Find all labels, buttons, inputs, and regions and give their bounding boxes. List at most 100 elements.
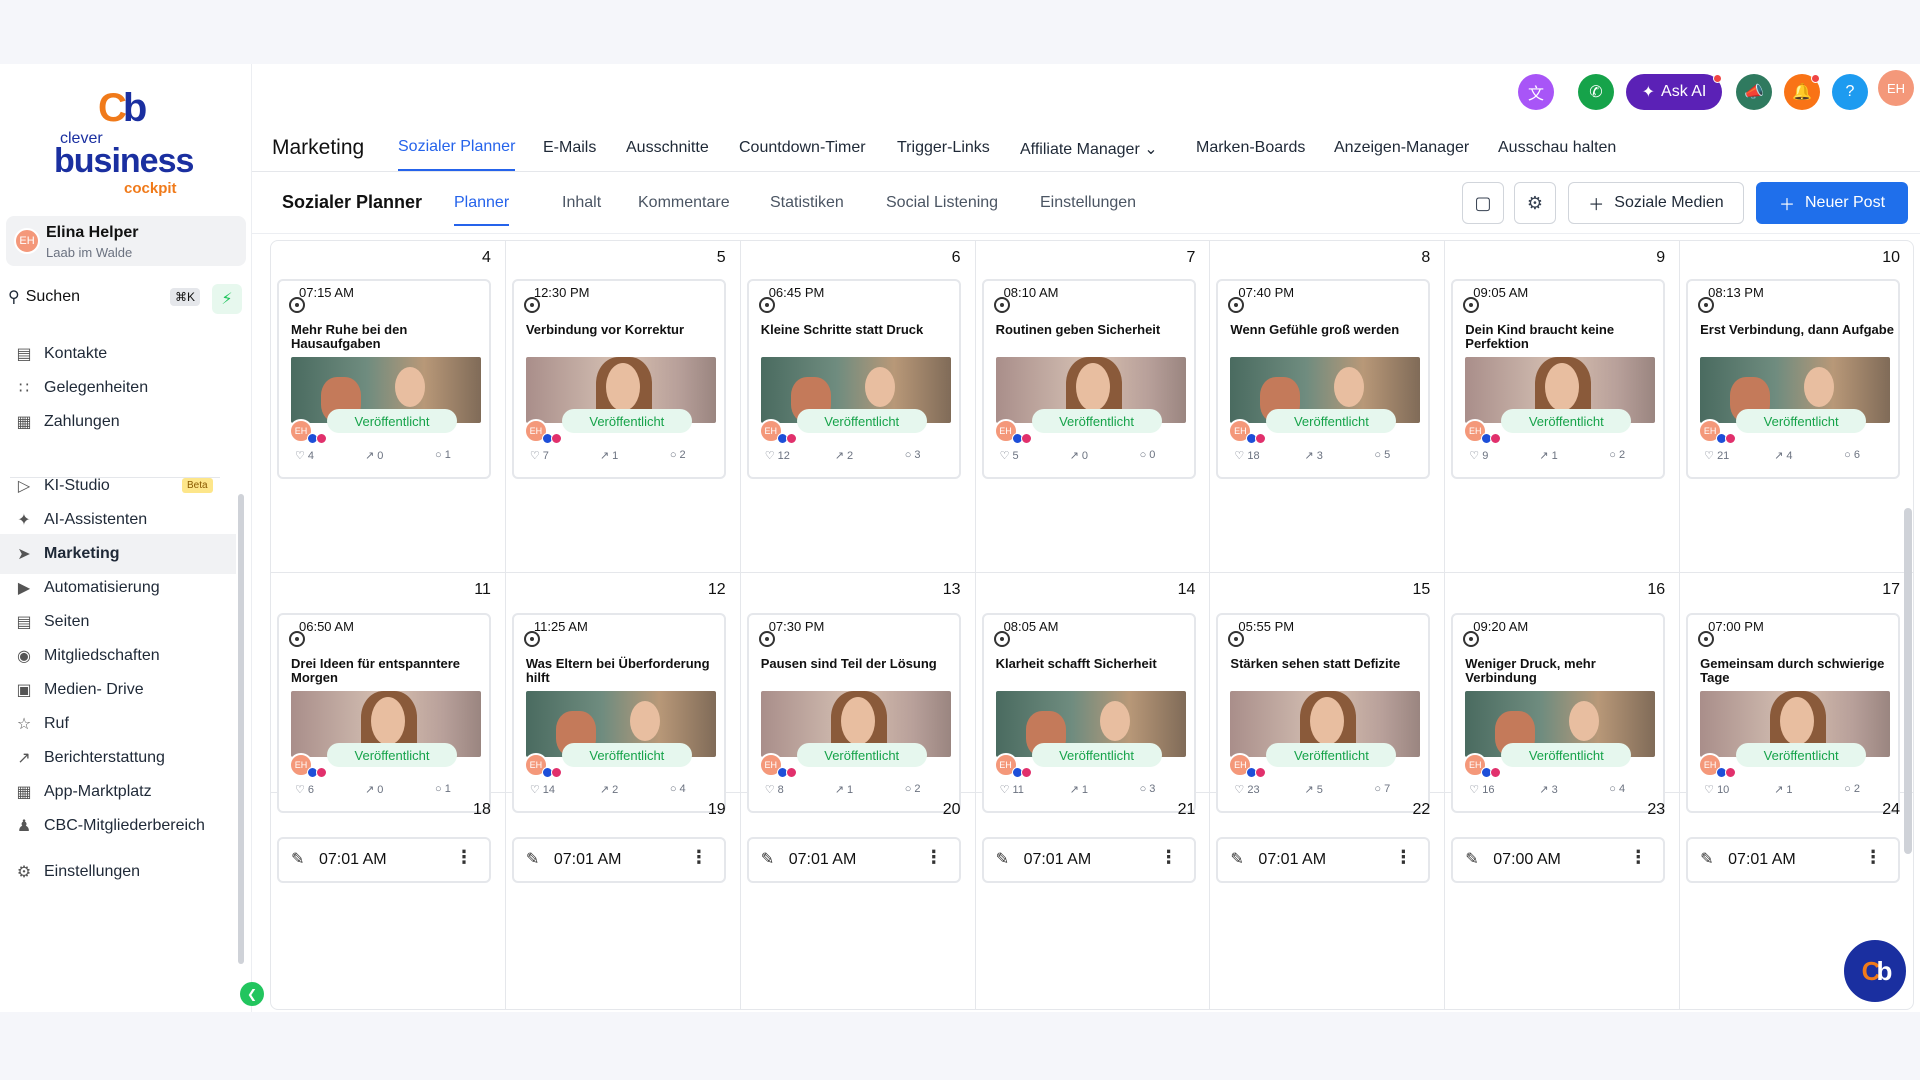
post-card[interactable]: 06:50 AM Drei Ideen für entspanntere Morg… [277,613,491,813]
settings-button[interactable]: ⚙ [1514,182,1556,224]
calendar-day-cell[interactable]: 17 07:00 PM Gemeinsam durch schwierige Tag… [1680,573,1913,813]
sidebar-item-label: Einstellungen [44,863,141,880]
help-icon[interactable]: ? [1832,74,1868,110]
sidebar-item-cbc-mitgliederbereich[interactable]: ♟ CBC-Mitgliederbereich [0,806,236,846]
post-card[interactable]: 08:05 AM Klarheit schafft Sicherheit Veröf… [981,613,1196,813]
calendar-scrollbar[interactable] [1904,508,1912,854]
post-card[interactable]: 08:10 AM Routinen geben Sicherheit Veröffe… [981,279,1196,479]
tab-countdown-timer[interactable]: Countdown-Timer [739,139,866,157]
calendar-day-cell[interactable]: 9 09:05 AM Dein Kind braucht keine Perfekt… [1445,241,1681,573]
status-badge: Veröffentlicht [1736,409,1867,433]
calendar-day-cell[interactable]: 21 ✎ 07:01 AM ⋮ [976,793,1211,1009]
tab-statistiken[interactable]: Statistiken [770,194,844,212]
sidebar-item-label: Ruf [44,715,69,732]
quick-action-bolt-icon[interactable]: ⚡ [212,284,242,314]
tab-marken-boards[interactable]: Marken-Boards [1196,139,1305,157]
scheduled-post-card[interactable]: ✎ 07:01 AM ⋮ [981,837,1196,883]
post-card[interactable]: 07:30 PM Pausen sind Teil der Lösung Veröf… [746,613,961,813]
post-time: 07:40 PM [1238,285,1295,300]
new-post-button[interactable]: ＋ Neuer Post [1756,182,1908,224]
sidebar-item-einstellungen[interactable]: ⚙ Einstellungen [0,852,236,892]
notification-dot [1713,74,1722,83]
sidebar-scrollbar[interactable] [238,494,244,964]
scheduled-post-card[interactable]: ✎ 07:01 AM ⋮ [277,837,491,883]
post-card[interactable]: 12:30 PM Verbindung vor Korrektur Veröffen… [511,279,726,479]
day-number: 20 [942,801,961,818]
calendar-day-cell[interactable]: 22 ✎ 07:01 AM ⋮ [1210,793,1446,1009]
ask-ai-button[interactable]: ✦ Ask AI [1626,74,1722,110]
post-card[interactable]: 09:20 AM Weniger Druck, mehr Verbindung Ve… [1451,613,1666,813]
tab-kommentare[interactable]: Kommentare [638,194,730,212]
post-card[interactable]: 05:55 PM Stärken sehen statt Defizite Verö… [1216,613,1431,813]
more-options-icon[interactable]: ⋮ [690,847,708,868]
instagram-icon [1490,767,1502,778]
calendar-day-cell[interactable]: 5 12:30 PM Verbindung vor Korrektur Veröffe… [505,241,741,573]
more-options-icon[interactable]: ⋮ [1629,847,1647,868]
likes-count: ♡ 4 [295,450,315,462]
calendar-day-cell[interactable]: 8 07:40 PM Wenn Gefühle groß werden Veröffe… [1210,241,1446,573]
tab-einstellungen[interactable]: Einstellungen [1040,194,1136,212]
tab-social-listening[interactable]: Social Listening [886,194,998,212]
post-card[interactable]: 07:40 PM Wenn Gefühle groß werden Veröffen… [1216,279,1431,479]
more-options-icon[interactable]: ⋮ [925,847,943,868]
feedback-button[interactable]: ▢ [1462,182,1504,224]
post-card[interactable]: 06:45 PM Kleine Schritte statt Druck Veröf… [746,279,961,479]
calendar-day-cell[interactable]: 16 09:20 AM Weniger Druck, mehr Verbindung… [1445,573,1681,813]
calendar-day-cell[interactable]: 20 ✎ 07:01 AM ⋮ [741,793,976,1009]
chat-widget-button[interactable]: Cb [1842,938,1908,1004]
phone-icon[interactable]: ✆ [1578,74,1614,110]
post-card[interactable]: 07:00 PM Gemeinsam durch schwierige Tage V… [1686,613,1901,813]
shares-value: 2 [846,450,854,462]
tab-affiliate-manager[interactable]: Affiliate Manager ⌄ [1020,139,1158,159]
tab-trigger-links[interactable]: Trigger-Links [897,139,990,157]
more-options-icon[interactable]: ⋮ [455,847,473,868]
post-time: 05:55 PM [1238,619,1295,634]
sidebar-item-zahlungen[interactable]: ▦ Zahlungen [0,402,236,442]
tab-sozialer-planner[interactable]: Sozialer Planner [398,138,516,171]
comments-value: 1 [444,449,451,461]
megaphone-icon[interactable]: 📣 [1736,74,1772,110]
calendar-day-cell[interactable]: 4 07:15 AM Mehr Ruhe bei den Hausaufgaben V… [271,241,506,573]
comments-count: ○ 6 [1844,449,1860,461]
search-button[interactable]: ⚲ Suchen ⌘K [8,282,200,312]
calendar-day-cell[interactable]: 11 06:50 AM Drei Ideen für entspanntere Mo… [271,573,506,813]
scheduled-post-card[interactable]: ✎ 07:01 AM ⋮ [1216,837,1431,883]
user-switcher[interactable]: EH Elina Helper Laab im Walde [6,216,246,266]
calendar-day-cell[interactable]: 7 08:10 AM Routinen geben Sicherheit Veröff… [975,241,1211,573]
scheduled-post-card[interactable]: ✎ 07:01 AM ⋮ [746,837,961,883]
translate-icon[interactable]: 文 [1518,74,1554,110]
tab-ausschau-halten[interactable]: Ausschau halten [1498,139,1616,157]
tab-ausschnitte[interactable]: Ausschnitte [626,139,709,157]
calendar-day-cell[interactable]: 13 07:30 PM Pausen sind Teil der Lösung Ver… [740,573,976,813]
tab-inhalt[interactable]: Inhalt [562,194,601,212]
social-media-button[interactable]: ＋ Soziale Medien [1568,182,1744,224]
post-card[interactable]: 07:15 AM Mehr Ruhe bei den Hausaufgaben Ve… [277,279,491,479]
post-card[interactable]: 09:05 AM Dein Kind braucht keine Perfekti… [1451,279,1666,479]
calendar-day-cell[interactable]: 23 ✎ 07:00 AM ⋮ [1445,793,1681,1009]
tab-anzeigen-manager[interactable]: Anzeigen-Manager [1334,139,1469,157]
sidebar-item-label: Medien- Drive [44,681,144,698]
post-card[interactable]: 11:25 AM Was Eltern bei Überforderung hil… [511,613,726,813]
new-post-label: Neuer Post [1804,194,1886,211]
profile-avatar[interactable]: EH [1878,70,1914,106]
more-options-icon[interactable]: ⋮ [1394,847,1412,868]
scheduled-post-card[interactable]: ✎ 07:00 AM ⋮ [1451,837,1666,883]
tab-emails[interactable]: E-Mails [543,139,596,157]
calendar-day-cell[interactable]: 10 08:13 PM Erst Verbindung, dann Aufgabe V… [1680,241,1913,573]
logo-cockpit: cockpit [124,180,177,197]
bell-icon[interactable]: 🔔 [1784,74,1820,110]
calendar-day-cell[interactable]: 6 06:45 PM Kleine Schritte statt Druck Verö… [740,241,976,573]
more-options-icon[interactable]: ⋮ [1864,847,1882,868]
calendar-day-cell[interactable]: 14 08:05 AM Klarheit schafft Sicherheit Ver… [975,573,1211,813]
calendar-day-cell[interactable]: 15 05:55 PM Stärken sehen statt Defizite Ve… [1210,573,1446,813]
collapse-sidebar-button[interactable]: ❮ [240,982,264,1006]
instagram-icon [1020,767,1032,778]
calendar-day-cell[interactable]: 18 ✎ 07:01 AM ⋮ [271,793,506,1009]
more-options-icon[interactable]: ⋮ [1160,847,1178,868]
calendar-day-cell[interactable]: 19 ✎ 07:01 AM ⋮ [506,793,741,1009]
post-card[interactable]: 08:13 PM Erst Verbindung, dann Aufgabe Ver… [1686,279,1901,479]
tab-planner[interactable]: Planner [454,194,510,226]
scheduled-post-card[interactable]: ✎ 07:01 AM ⋮ [1686,837,1901,883]
scheduled-post-card[interactable]: ✎ 07:01 AM ⋮ [511,837,726,883]
calendar-day-cell[interactable]: 12 11:25 AM Was Eltern bei Überforderung h… [505,573,741,813]
